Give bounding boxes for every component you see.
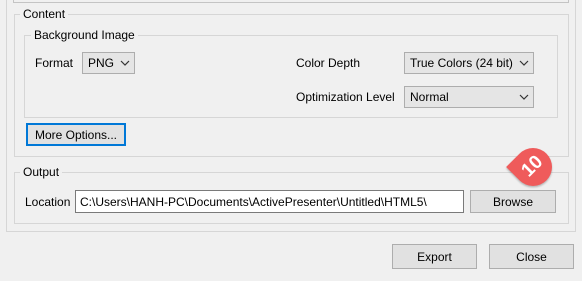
export-button[interactable]: Export (392, 244, 477, 269)
location-field[interactable]: C:\Users\HANH-PC\Documents\ActivePresent… (75, 190, 464, 213)
format-select[interactable]: PNG (82, 52, 135, 74)
optimization-level-label: Optimization Level (296, 90, 395, 104)
format-select-value: PNG (88, 56, 115, 70)
optimization-level-select-value: Normal (410, 90, 449, 104)
color-depth-label: Color Depth (296, 56, 361, 70)
dialog-frame-right (575, 0, 576, 232)
dialog-frame-left (6, 0, 7, 232)
color-depth-select[interactable]: True Colors (24 bit) (404, 52, 534, 74)
background-image-title: Background Image (31, 28, 138, 42)
step-callout-number: 10 (517, 151, 548, 182)
chevron-down-icon (515, 94, 533, 100)
output-group-title: Output (20, 165, 63, 179)
browse-button[interactable]: Browse (470, 190, 556, 213)
more-options-button[interactable]: More Options... (26, 123, 126, 146)
format-label: Format (35, 56, 74, 70)
chevron-down-icon (515, 60, 533, 66)
previous-group-edge (13, 0, 569, 3)
close-button[interactable]: Close (489, 244, 574, 269)
dialog-frame-bottom (6, 231, 576, 232)
color-depth-select-value: True Colors (24 bit) (410, 56, 513, 70)
chevron-down-icon (116, 60, 134, 66)
content-group-title: Content (20, 7, 69, 21)
optimization-level-select[interactable]: Normal (404, 86, 534, 108)
location-label: Location (25, 195, 71, 209)
